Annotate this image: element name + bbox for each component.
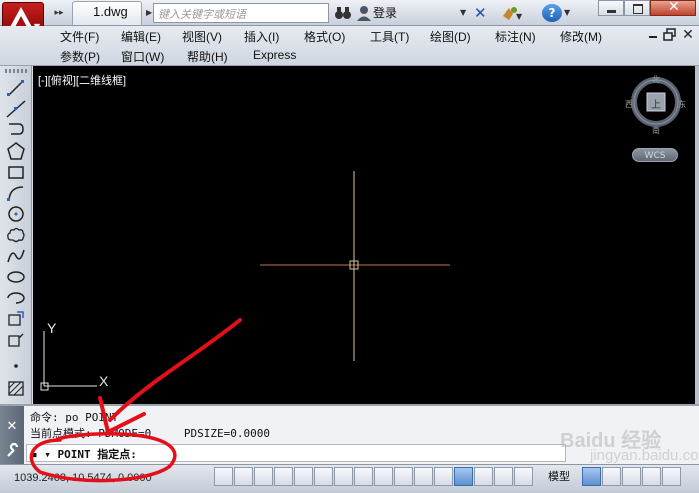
quick-properties-button[interactable] [474,467,493,486]
make-block-icon[interactable] [5,330,27,350]
drawing-close-button[interactable]: ✕ [680,27,696,43]
login-button[interactable]: 登录 [373,4,413,22]
ucs-y-label: Y [47,320,57,336]
object-snap-button[interactable] [314,467,333,486]
quick-access-expand-icon[interactable]: ▸▸ [52,5,66,21]
quick-view-layouts-button[interactable] [582,467,601,486]
menu-express[interactable]: Express [253,48,296,62]
revision-cloud-icon[interactable] [5,225,27,245]
rectangle-tool-icon[interactable] [5,162,27,182]
model-tab[interactable]: 模型 [548,468,570,484]
user-icon[interactable] [356,4,372,22]
pdsize-text: PDSIZE=0.0000 [183,427,270,440]
window-restore-button[interactable] [624,0,650,16]
menu-insert[interactable]: 插入(I) [244,28,279,45]
viewcube-top-face[interactable]: 上 [651,96,661,111]
menu-file[interactable]: 文件(F) [60,28,99,45]
3d-object-snap-button[interactable] [334,467,353,486]
insert-block-icon[interactable] [5,309,27,329]
quick-view-drawings-button[interactable] [602,467,621,486]
spline-tool-icon[interactable] [5,246,27,266]
compass-north: 北 [652,75,660,84]
line-tool-icon[interactable] [5,78,27,98]
exchange-icon[interactable]: ✕ [474,4,492,22]
binoculars-icon[interactable] [334,4,352,22]
grid-display-button[interactable] [254,467,273,486]
zoom-button[interactable] [642,467,661,486]
compass-south: 南 [652,126,660,135]
customize-wrench-icon[interactable] [5,442,21,458]
circle-tool-icon[interactable] [5,204,27,224]
login-dropdown-icon[interactable]: ▼ [460,4,472,22]
menu-draw[interactable]: 绘图(D) [430,28,471,45]
pan-button[interactable] [622,467,641,486]
compass-east: 东 [678,100,686,109]
ellipse-arc-icon[interactable] [5,288,27,308]
drawing-restore-button[interactable] [662,28,678,42]
snap-mode-button[interactable] [234,467,253,486]
command-history-line: 命令: po POINT [30,411,119,424]
polyline-tool-icon[interactable] [5,120,27,140]
window-close-button[interactable]: ✕ [650,0,696,16]
menu-help[interactable]: 帮助(H) [187,48,228,65]
pdmode-text: 当前点模式: PDMODE=0 [30,427,152,440]
ucs-x-label: X [99,373,109,389]
ucs-icon [40,331,97,391]
menu-parametric[interactable]: 参数(P) [60,48,100,65]
lineweight-button[interactable] [414,467,433,486]
menu-view[interactable]: 视图(V) [182,28,222,45]
dynamic-ucs-button[interactable] [374,467,393,486]
clean-screen-button[interactable] [662,467,681,486]
transparency-button[interactable] [454,467,473,486]
menu-modify[interactable]: 修改(M) [560,28,602,45]
menu-window[interactable]: 窗口(W) [121,48,164,65]
svg-text:▼: ▼ [516,12,522,21]
ortho-mode-button[interactable] [274,467,293,486]
object-snap-tracking-button[interactable] [354,467,373,486]
hatch-tool-icon[interactable] [5,378,27,398]
compass-west: 西 [625,100,633,109]
polar-tracking-button[interactable] [294,467,313,486]
menu-format[interactable]: 格式(O) [304,28,345,45]
dynamic-input-button[interactable] [394,467,413,486]
polygon-tool-icon[interactable] [5,141,27,161]
help-dropdown-icon[interactable]: ▼ [564,4,574,22]
drawing-minimize-button[interactable] [646,28,660,42]
vertical-scrollbar[interactable] [695,66,699,404]
selection-cycling-button[interactable] [494,467,513,486]
menu-edit[interactable]: 编辑(E) [121,28,161,45]
toolbar-grip[interactable] [5,69,27,73]
arc-tool-icon[interactable] [5,183,27,203]
menu-dimension[interactable]: 标注(N) [495,28,536,45]
close-icon[interactable]: ✕ [5,420,19,434]
coordinate-readout[interactable]: 1039.2468, 10.5474, 0.0000 [14,472,152,484]
menu-tools[interactable]: 工具(T) [370,28,409,45]
menu-bar: 文件(F) 编辑(E) 视图(V) 插入(I) 格式(O) 工具(T) 绘图(D… [0,26,699,66]
autodesk-apps-icon[interactable]: ▼ [500,4,523,22]
wcs-menu-button[interactable]: WCS [632,148,678,162]
document-tab[interactable]: 1.dwg [72,1,142,25]
ellipse-tool-icon[interactable] [5,267,27,287]
construction-line-icon[interactable] [5,99,27,119]
infer-constraints-button[interactable] [214,467,233,486]
baidu-watermark-site: jingyan.baidu.com [590,447,699,464]
help-icon[interactable]: ? [542,4,562,22]
crosshair-toggle-button[interactable] [434,467,453,486]
command-input[interactable]: ▪ ▾ POINT 指定点: [26,444,566,462]
point-tool-icon[interactable] [5,356,27,376]
crosshair-cursor [40,171,450,391]
command-history-line: 当前点模式: PDMODE=0 PDSIZE=0.0000 [30,425,270,441]
window-minimize-button[interactable] [598,0,624,16]
search-input[interactable]: 键入关键字或短语 [153,3,329,23]
annotation-monitor-button[interactable] [514,467,533,486]
